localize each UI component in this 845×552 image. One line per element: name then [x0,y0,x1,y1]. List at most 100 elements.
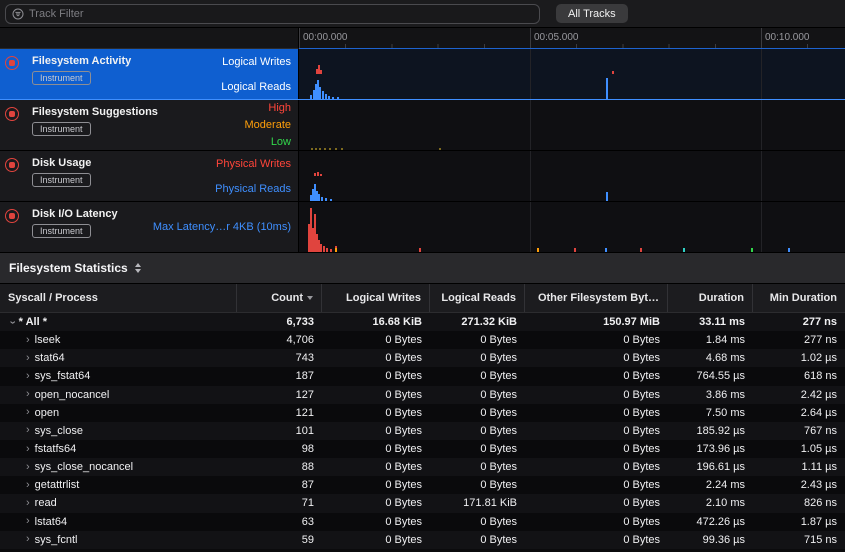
cell: 1.84 ms [668,334,753,346]
track-disk-usage[interactable]: Disk UsageInstrumentPhysical WritesPhysi… [0,151,845,202]
cell: 63 [237,516,322,528]
cell: 16.68 KiB [322,316,430,328]
cell: 0 Bytes [525,443,668,455]
track-filesystem-activity[interactable]: Filesystem ActivityInstrumentLogical Wri… [0,49,845,100]
lane-label: Moderate [245,117,291,134]
table-row-getattrlist[interactable]: ›getattrlist870 Bytes0 Bytes0 Bytes2.24 … [0,476,845,494]
column-header-min-duration[interactable]: Min Duration [753,284,845,312]
chevron-right-icon[interactable]: › [26,353,30,364]
column-header-logical-reads[interactable]: Logical Reads [430,284,525,312]
sort-descending-icon [307,296,313,300]
chevron-right-icon[interactable]: › [26,371,30,382]
chevron-right-icon[interactable]: › [26,498,30,509]
table-row-sys-close-nocancel[interactable]: ›sys_close_nocancel880 Bytes0 Bytes0 Byt… [0,458,845,476]
toolbar: All Tracks [0,0,845,28]
track-sidebar-filesystem-activity[interactable]: Filesystem ActivityInstrumentLogical Wri… [0,49,299,99]
chart-spike [311,148,313,150]
track-sidebar-disk-usage[interactable]: Disk UsageInstrumentPhysical WritesPhysi… [0,151,299,201]
cell: 743 [237,352,322,364]
chevron-right-icon[interactable]: › [26,516,30,527]
track-chart-filesystem-suggestions[interactable] [299,100,845,150]
table-row-sys-fcntl[interactable]: ›sys_fcntl590 Bytes0 Bytes0 Bytes99.36 µ… [0,531,845,549]
chevron-right-icon[interactable]: › [26,407,30,418]
instrument-badge: Instrument [32,173,91,187]
table-row-sys-close[interactable]: ›sys_close1010 Bytes0 Bytes0 Bytes185.92… [0,422,845,440]
column-header-duration[interactable]: Duration [668,284,753,312]
track-chart-filesystem-activity[interactable] [299,49,845,99]
chart-spike [323,246,325,252]
cell: 101 [237,425,322,437]
table-row-all[interactable]: ›* All *6,73316.68 KiB271.32 KiB150.97 M… [0,313,845,331]
filesystem-suggestions-icon [5,107,19,121]
cell: 88 [237,461,322,473]
cell: 0 Bytes [525,334,668,346]
chevron-right-icon[interactable]: › [26,389,30,400]
chart-marker [537,248,539,252]
chart-spike [318,194,320,201]
cell: 1.87 µs [753,516,845,528]
cell: 4,706 [237,334,322,346]
cell: 0 Bytes [322,370,430,382]
column-header-count[interactable]: Count [237,284,322,312]
cell: 0 Bytes [430,334,525,346]
table-row-read[interactable]: ›read710 Bytes171.81 KiB0 Bytes2.10 ms82… [0,494,845,512]
all-tracks-button[interactable]: All Tracks [556,4,628,23]
cell: 127 [237,389,322,401]
track-chart-disk-usage[interactable] [299,151,845,201]
cell: 2.24 ms [668,479,753,491]
table-row-lstat64[interactable]: ›lstat64630 Bytes0 Bytes0 Bytes472.26 µs… [0,513,845,531]
chevron-right-icon[interactable]: › [26,534,30,545]
cell: 0 Bytes [430,443,525,455]
table-row-fstatfs64[interactable]: ›fstatfs64980 Bytes0 Bytes0 Bytes173.96 … [0,440,845,458]
chevron-down-icon[interactable]: › [6,320,17,324]
ruler-major-tick [761,28,762,48]
cell: 764.55 µs [668,370,753,382]
chevron-right-icon[interactable]: › [26,480,30,491]
cell: 71 [237,497,322,509]
column-header-other-filesystem-byt[interactable]: Other Filesystem Byt… [525,284,668,312]
chevron-right-icon[interactable]: › [26,335,30,346]
cell: 121 [237,407,322,419]
track-filter-field[interactable] [5,4,540,24]
cell: 59 [237,534,322,546]
cell: 1.11 µs [753,461,845,473]
cell: 99.36 µs [668,534,753,546]
cell: 150.97 MiB [525,316,668,328]
detail-title-bar[interactable]: Filesystem Statistics [0,253,845,284]
chart-spike [606,192,608,201]
chevron-right-icon[interactable]: › [26,444,30,455]
cell: 6,733 [237,316,322,328]
lane-label: Physical Reads [215,176,291,201]
cell: 185.92 µs [668,425,753,437]
chart-marker [640,248,642,252]
chart-spike [320,244,322,252]
chevron-right-icon[interactable]: › [26,462,30,473]
cell: 0 Bytes [322,479,430,491]
track-chart-disk-io-latency[interactable] [299,202,845,252]
track-sidebar-disk-io-latency[interactable]: Disk I/O LatencyInstrumentMax Latency…r … [0,202,299,252]
chart-spike [321,197,323,201]
lane-label: Physical Writes [215,151,291,176]
cell: 7.50 ms [668,407,753,419]
table-row-open-nocancel[interactable]: ›open_nocancel1270 Bytes0 Bytes0 Bytes3.… [0,386,845,404]
track-title: Filesystem Activity [32,55,131,67]
track-filter-input[interactable] [29,8,533,20]
track-list: Filesystem ActivityInstrumentLogical Wri… [0,49,845,253]
cell: 0 Bytes [525,461,668,473]
track-sidebar-filesystem-suggestions[interactable]: Filesystem SuggestionsInstrumentHighMode… [0,100,299,150]
cell: 277 ns [753,316,845,328]
cell: 277 ns [753,334,845,346]
track-title: Disk I/O Latency [32,208,118,220]
chevron-up-down-icon[interactable] [135,263,141,273]
track-disk-io-latency[interactable]: Disk I/O LatencyInstrumentMax Latency…r … [0,202,845,253]
table-row-open[interactable]: ›open1210 Bytes0 Bytes0 Bytes7.50 ms2.64… [0,404,845,422]
chevron-right-icon[interactable]: › [26,425,30,436]
track-filesystem-suggestions[interactable]: Filesystem SuggestionsInstrumentHighMode… [0,100,845,151]
cell: 0 Bytes [430,534,525,546]
timeline-ruler[interactable]: 00:00.00000:05.00000:10.000 [299,28,845,49]
column-header-logical-writes[interactable]: Logical Writes [322,284,430,312]
table-row-lseek[interactable]: ›lseek4,7060 Bytes0 Bytes0 Bytes1.84 ms2… [0,331,845,349]
column-header-syscall-process[interactable]: Syscall / Process [0,284,237,312]
table-row-sys-fstat64[interactable]: ›sys_fstat641870 Bytes0 Bytes0 Bytes764.… [0,367,845,385]
table-row-stat64[interactable]: ›stat647430 Bytes0 Bytes0 Bytes4.68 ms1.… [0,349,845,367]
